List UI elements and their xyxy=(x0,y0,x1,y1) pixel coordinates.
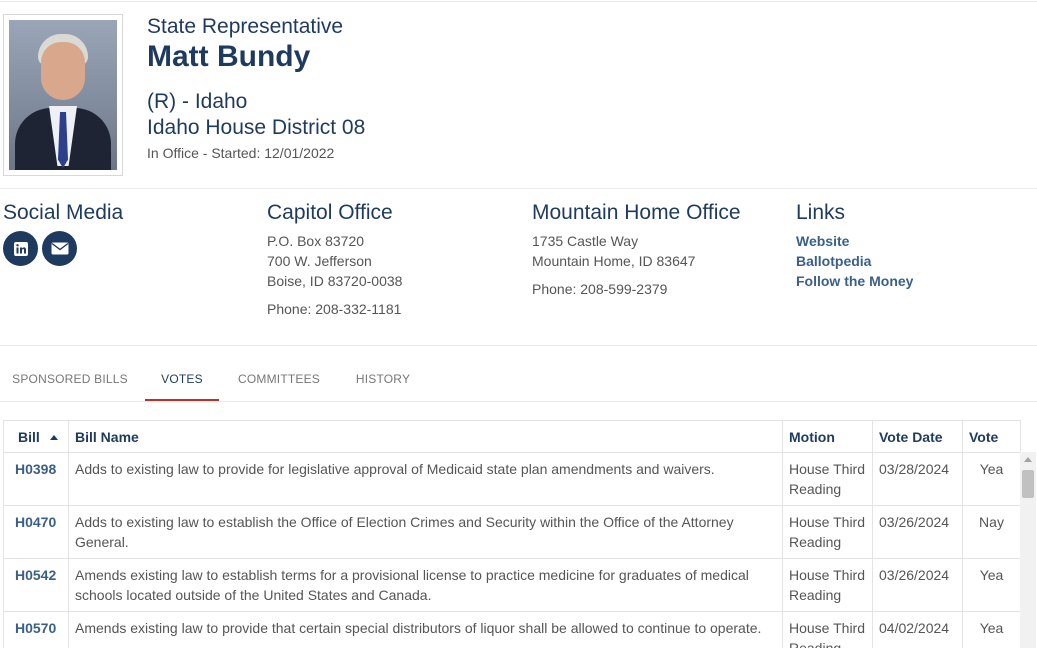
office-title: State Representative xyxy=(147,15,344,38)
vote-value: Yea xyxy=(962,452,1021,506)
capitol-address-line3: Boise, ID 83720-0038 xyxy=(267,273,403,289)
capitol-office-section: Capitol Office P.O. Box 83720 700 W. Jef… xyxy=(267,201,402,319)
top-divider xyxy=(0,1,1037,2)
capitol-address-line2: 700 W. Jefferson xyxy=(267,253,372,269)
vote-date: 03/26/2024 xyxy=(872,505,963,559)
bill-name: Amends existing law to establish terms f… xyxy=(68,558,783,612)
representative-name: Matt Bundy xyxy=(147,40,311,73)
section-divider xyxy=(0,188,1037,189)
vote-value: Yea xyxy=(962,558,1021,612)
bill-name: Amends existing law to provide that cert… xyxy=(68,611,783,648)
in-office-date: In Office - Started: 12/01/2022 xyxy=(147,145,335,161)
district-office-heading: Mountain Home Office xyxy=(532,201,741,224)
votes-table: Bill Bill Name Motion Vote Date Vote H03… xyxy=(3,420,1021,648)
ballotpedia-link[interactable]: Ballotpedia xyxy=(796,251,913,271)
motion: House Third Reading xyxy=(782,558,873,612)
bill-number-link[interactable]: H0542 xyxy=(3,558,69,612)
vote-value: Nay xyxy=(962,505,1021,559)
table-row: H0542 Amends existing law to establish t… xyxy=(3,558,1021,612)
header-vote[interactable]: Vote xyxy=(962,420,1021,453)
bill-number-link[interactable]: H0470 xyxy=(3,505,69,559)
tab-committees[interactable]: COMMITTEES xyxy=(226,360,332,401)
vote-date: 03/26/2024 xyxy=(872,558,963,612)
vote-date: 04/02/2024 xyxy=(872,611,963,648)
district-address-line1: 1735 Castle Way xyxy=(532,233,639,249)
scroll-up-arrow-icon[interactable] xyxy=(1024,457,1032,462)
district-address-line2: Mountain Home, ID 83647 xyxy=(532,253,696,269)
links-section: Links Website Ballotpedia Follow the Mon… xyxy=(796,201,913,291)
linkedin-icon[interactable] xyxy=(3,231,38,266)
scroll-thumb[interactable] xyxy=(1022,470,1034,498)
social-media-heading: Social Media xyxy=(3,201,124,224)
vote-date: 03/28/2024 xyxy=(872,452,963,506)
bill-name: Adds to existing law to provide for legi… xyxy=(68,452,783,506)
table-row: H0398 Adds to existing law to provide fo… xyxy=(3,452,1021,506)
capitol-office-heading: Capitol Office xyxy=(267,201,393,224)
district-phone: Phone: 208-599-2379 xyxy=(532,281,668,297)
email-icon[interactable] xyxy=(42,231,77,266)
links-heading: Links xyxy=(796,201,846,224)
table-row: H0570 Amends existing law to provide tha… xyxy=(3,611,1021,648)
tab-sponsored-bills[interactable]: SPONSORED BILLS xyxy=(0,360,140,401)
header-bill-name[interactable]: Bill Name xyxy=(68,420,783,453)
votes-table-container: Bill Bill Name Motion Vote Date Vote H03… xyxy=(3,420,1037,648)
header-bill[interactable]: Bill xyxy=(3,420,69,453)
table-header-row: Bill Bill Name Motion Vote Date Vote xyxy=(3,420,1021,453)
capitol-address-line1: P.O. Box 83720 xyxy=(267,233,365,249)
district-name: Idaho House District 08 xyxy=(147,116,366,139)
website-link[interactable]: Website xyxy=(796,231,913,251)
motion: House Third Reading xyxy=(782,505,873,559)
capitol-phone: Phone: 208-332-1181 xyxy=(267,301,402,317)
section-divider xyxy=(0,345,1037,346)
table-scrollbar[interactable] xyxy=(1020,452,1036,648)
vote-value: Yea xyxy=(962,611,1021,648)
motion: House Third Reading xyxy=(782,611,873,648)
party-state: (R) - Idaho xyxy=(147,90,248,113)
sort-ascending-icon xyxy=(49,435,58,441)
follow-the-money-link[interactable]: Follow the Money xyxy=(796,271,913,291)
header-motion[interactable]: Motion xyxy=(782,420,873,453)
table-row: H0470 Adds to existing law to establish … xyxy=(3,505,1021,559)
bill-number-link[interactable]: H0398 xyxy=(3,452,69,506)
tab-history[interactable]: HISTORY xyxy=(344,360,422,401)
tab-votes[interactable]: VOTES xyxy=(145,360,219,401)
motion: House Third Reading xyxy=(782,452,873,506)
header-vote-date[interactable]: Vote Date xyxy=(872,420,963,453)
bill-name: Adds to existing law to establish the Of… xyxy=(68,505,783,559)
district-office-section: Mountain Home Office 1735 Castle Way Mou… xyxy=(532,201,741,299)
bill-number-link[interactable]: H0570 xyxy=(3,611,69,648)
social-media-section: Social Media xyxy=(3,201,123,266)
representative-photo xyxy=(3,14,123,176)
tab-bar: SPONSORED BILLS VOTES COMMITTEES HISTORY xyxy=(0,360,1037,402)
